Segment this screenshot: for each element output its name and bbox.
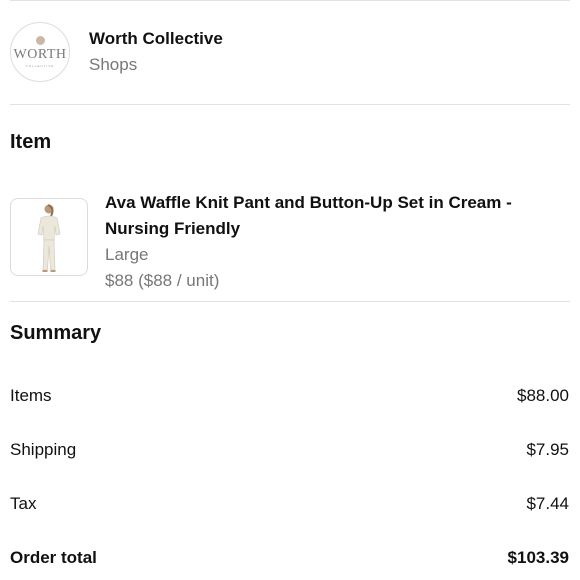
shop-text: Worth Collective Shops: [89, 29, 223, 76]
item-price: $88 ($88 / unit): [105, 271, 220, 290]
summary-row-order-total: Order total $103.39: [10, 548, 569, 568]
shop-logo[interactable]: WORTH COLLECTIVE: [10, 22, 70, 82]
summary-row-label: Tax: [10, 494, 37, 513]
order-total-value: $103.39: [507, 548, 569, 567]
summary-row-value: $7.95: [526, 440, 569, 459]
item-section-title: Item: [10, 131, 52, 153]
summary-section-title: Summary: [10, 322, 102, 344]
item-info: Ava Waffle Knit Pant and Button-Up Set i…: [105, 190, 545, 294]
summary-row-items: Items $88.00: [10, 386, 569, 406]
summary-row-shipping: Shipping $7.95: [10, 440, 569, 460]
logo-mark-icon: [35, 36, 45, 45]
item-divider: [10, 301, 570, 302]
shop-header[interactable]: WORTH COLLECTIVE Worth Collective Shops: [10, 21, 223, 83]
shop-divider: [10, 104, 570, 105]
logo-wordmark: WORTH: [13, 47, 67, 62]
summary-row-label: Items: [10, 386, 52, 405]
summary-row-label: Shipping: [10, 440, 77, 459]
logo-subtext: COLLECTIVE: [25, 64, 55, 68]
top-divider: [10, 0, 570, 1]
order-total-label: Order total: [10, 548, 97, 567]
shop-name[interactable]: Worth Collective: [89, 29, 223, 49]
item-thumbnail[interactable]: [10, 198, 88, 276]
item-title[interactable]: Ava Waffle Knit Pant and Button-Up Set i…: [105, 190, 545, 242]
order-item[interactable]: Ava Waffle Knit Pant and Button-Up Set i…: [10, 190, 570, 294]
summary-row-tax: Tax $7.44: [10, 494, 569, 514]
summary-row-value: $7.44: [526, 494, 569, 513]
item-variant: Large: [105, 245, 149, 264]
product-image-icon: [37, 204, 61, 272]
shop-type: Shops: [89, 55, 138, 74]
summary-row-value: $88.00: [517, 386, 569, 405]
